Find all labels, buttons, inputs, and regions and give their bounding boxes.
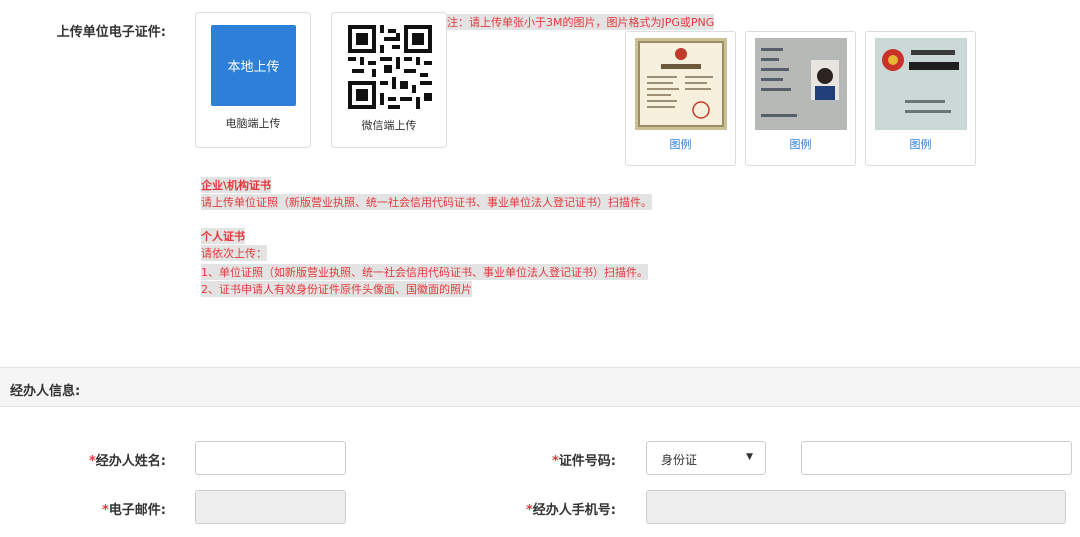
business-license-image [635,38,727,130]
id-number-label: *证件号码: [480,450,616,469]
sample-caption: 图例 [669,138,692,151]
operator-section-header: 经办人信息: [0,367,1080,407]
id-number-input[interactable] [801,441,1072,475]
required-mark: * [551,454,559,469]
email-field[interactable] [195,490,346,524]
email-label-text: 电子邮件: [108,503,166,518]
upload-note: 注：请上传单张小于3M的图片，图片格式为JPG或PNG [447,14,715,30]
id-number-label-text: 证件号码: [558,454,616,469]
sample-id-card-front[interactable]: 图例 [745,31,856,166]
personal-cert-line: 请依次上传： [201,245,267,261]
local-upload-card[interactable]: 本地上传 电脑端上传 [195,12,311,148]
id-type-select[interactable]: 身份证 ▼ [646,441,766,475]
local-upload-button[interactable]: 本地上传 [211,25,296,106]
operator-section-title: 经办人信息: [10,384,81,399]
id-type-selected: 身份证 [661,453,698,467]
local-upload-caption: 电脑端上传 [225,117,281,130]
operator-name-label: *经办人姓名: [30,450,166,469]
upload-label: 上传单位电子证件: [56,25,166,40]
operator-name-input[interactable] [195,441,346,475]
enterprise-cert-text: 请上传单位证照（新版营业执照、统一社会信用代码证书、事业单位法人登记证书）扫描件… [201,194,652,210]
required-mark: * [525,503,533,518]
personal-cert-line: 1、单位证照（如新版营业执照、统一社会信用代码证书、事业单位法人登记证书）扫描件… [201,264,648,280]
phone-label: *经办人手机号: [480,499,616,518]
required-mark: * [101,503,109,518]
personal-cert-line: 2、证书申请人有效身份证件原件头像面、国徽面的照片 [201,281,472,297]
sample-caption: 图例 [909,138,932,151]
id-card-back-image [875,38,967,130]
wechat-upload-card[interactable]: 微信端上传 [331,12,447,148]
id-card-front-image [755,38,847,130]
required-mark: * [88,454,96,469]
email-label: *电子邮件: [30,499,166,518]
sample-caption: 图例 [789,138,812,151]
phone-label-text: 经办人手机号: [532,503,616,518]
qr-code-icon [348,25,432,109]
wechat-upload-caption: 微信端上传 [361,119,417,132]
sample-business-license[interactable]: 图例 [625,31,736,166]
sample-id-card-back[interactable]: 图例 [865,31,976,166]
phone-field[interactable] [646,490,1066,524]
enterprise-cert-title: 企业\机构证书 [201,177,272,193]
chevron-down-icon: ▼ [746,452,753,462]
operator-name-label-text: 经办人姓名: [95,454,166,469]
personal-cert-title: 个人证书 [201,228,245,244]
